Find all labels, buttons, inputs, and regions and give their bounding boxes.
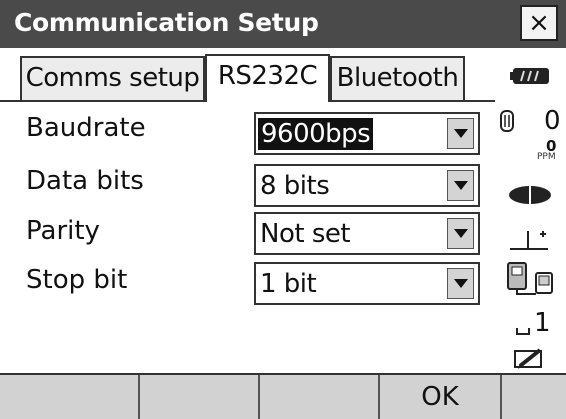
- pencil-icon[interactable]: [514, 347, 544, 371]
- baudrate-select[interactable]: 9600bps: [254, 112, 480, 155]
- function-key-bar: OK: [0, 373, 566, 419]
- tab-label: RS232C: [217, 61, 318, 91]
- prism-icon: [500, 110, 514, 132]
- chevron-down-icon[interactable]: [447, 218, 474, 249]
- close-icon: ×: [528, 8, 550, 38]
- tab-comms-setup[interactable]: Comms setup: [20, 56, 205, 102]
- stop-bit-label: Stop bit: [26, 265, 128, 295]
- parity-select[interactable]: Not set: [254, 212, 480, 255]
- data-bits-select[interactable]: 8 bits: [254, 164, 480, 207]
- target-icon: [508, 185, 552, 205]
- tab-label: Bluetooth: [336, 63, 459, 93]
- baudrate-label: Baudrate: [26, 113, 146, 143]
- close-button[interactable]: ×: [520, 5, 558, 41]
- function-key-1[interactable]: [0, 375, 140, 419]
- function-key-5[interactable]: [502, 375, 566, 419]
- tab-rs232c[interactable]: RS232C: [205, 54, 330, 102]
- chevron-down-icon[interactable]: [447, 268, 474, 299]
- stop-bit-select[interactable]: 1 bit: [254, 262, 480, 305]
- input-mode-icon: 1: [516, 308, 552, 340]
- battery-icon: [510, 67, 550, 85]
- function-key-2[interactable]: [140, 375, 260, 419]
- status-sidebar: 0 0 PPM 1: [496, 55, 566, 373]
- tab-label: Comms setup: [25, 63, 200, 93]
- communication-icon: [506, 261, 554, 297]
- parity-value: Not set: [260, 219, 351, 249]
- window-title: Communication Setup: [14, 8, 319, 37]
- ok-button[interactable]: OK: [380, 375, 502, 419]
- input-mode-value: 1: [534, 308, 551, 338]
- parity-label: Parity: [26, 216, 100, 246]
- data-bits-label: Data bits: [26, 166, 144, 196]
- tilt-icon: [508, 223, 552, 251]
- prism-constant-value: 0: [544, 106, 561, 136]
- ppm-unit: PPM: [537, 152, 556, 162]
- data-bits-value: 8 bits: [260, 171, 330, 201]
- chevron-down-icon[interactable]: [447, 118, 474, 149]
- function-key-3[interactable]: [260, 375, 380, 419]
- tab-bluetooth[interactable]: Bluetooth: [330, 56, 465, 102]
- chevron-down-icon[interactable]: [447, 170, 474, 201]
- stop-bit-value: 1 bit: [260, 269, 317, 299]
- baudrate-value: 9600bps: [258, 118, 374, 150]
- title-bar: Communication Setup ×: [0, 0, 566, 48]
